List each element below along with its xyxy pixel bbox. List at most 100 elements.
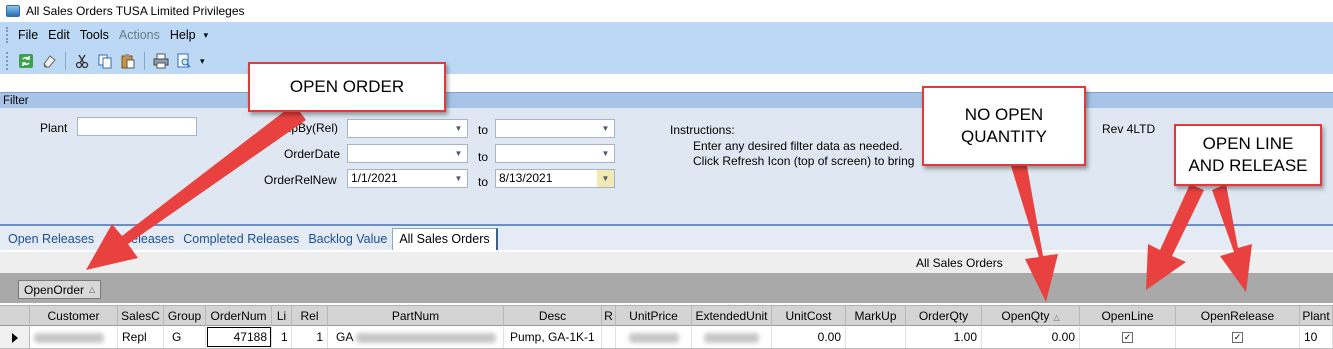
current-row-icon — [11, 332, 18, 343]
col-r[interactable]: R — [602, 306, 616, 326]
cell-partnum[interactable]: GA — [328, 326, 504, 348]
row-selector[interactable] — [0, 326, 30, 348]
to-label: to — [478, 123, 489, 137]
cell-desc[interactable]: Pump, GA-1K-1 — [504, 326, 602, 348]
grid-header: Customer SalesC Group OrderNum Li Rel Pa… — [0, 305, 1333, 326]
col-salesc[interactable]: SalesC — [118, 306, 164, 326]
print-preview-icon[interactable] — [174, 51, 194, 71]
chevron-down-icon[interactable]: ▼ — [450, 170, 467, 187]
cell-salesc[interactable]: Repl — [118, 326, 164, 348]
sort-ascending-icon: △ — [89, 285, 96, 294]
chevron-down-icon[interactable]: ▼ — [450, 120, 467, 137]
chevron-down-icon[interactable]: ▼ — [597, 145, 614, 162]
cell-customer[interactable] — [30, 326, 118, 348]
menu-tools[interactable]: Tools — [75, 28, 114, 42]
group-by-area[interactable]: OpenOrder △ — [0, 273, 1333, 303]
cell-unitprice[interactable] — [616, 326, 692, 348]
tab-backlog-value[interactable]: Backlog Value — [304, 232, 392, 250]
toolbar-grip[interactable] — [6, 52, 9, 70]
filter-panel: Plant ShipBy(Rel) ▼ to ▼ OrderDate ▼ to … — [0, 108, 1333, 212]
menu-file[interactable]: File — [13, 28, 43, 42]
cell-orderqty[interactable]: 1.00 — [906, 326, 982, 348]
col-openqty[interactable]: OpenQty △ — [982, 306, 1080, 326]
cell-line[interactable]: 1 — [272, 326, 292, 348]
tab-all-sales-orders[interactable]: All Sales Orders — [392, 228, 498, 250]
chevron-down-icon[interactable]: ▼ — [450, 145, 467, 162]
instructions-line1: Enter any desired filter data as needed. — [693, 139, 903, 153]
paste-icon[interactable] — [118, 51, 138, 71]
menu-overflow-icon[interactable]: ▾ — [204, 30, 209, 41]
shipby-label: ShipBy(Rel) — [274, 121, 339, 135]
col-unitprice[interactable]: UnitPrice — [616, 306, 692, 326]
col-plant[interactable]: Plant — [1300, 306, 1333, 326]
col-unitcost[interactable]: UnitCost — [772, 306, 846, 326]
refresh-icon[interactable] — [16, 51, 36, 71]
menu-actions[interactable]: Actions — [114, 28, 165, 42]
cell-extendedunit[interactable] — [692, 326, 772, 348]
cell-openrelease[interactable]: ✓ — [1176, 326, 1300, 348]
splitter[interactable] — [0, 212, 1333, 226]
col-openrelease[interactable]: OpenRelease — [1176, 306, 1300, 326]
col-openline[interactable]: OpenLine — [1080, 306, 1176, 326]
redacted-extendedunit — [704, 332, 759, 343]
col-desc[interactable]: Desc — [504, 306, 602, 326]
orderrelnew-to-combo[interactable]: 8/13/2021 ▼ — [495, 169, 615, 188]
col-orderqty[interactable]: OrderQty — [906, 306, 982, 326]
menu-grip[interactable] — [6, 27, 9, 43]
group-by-chip[interactable]: OpenOrder △ — [18, 280, 102, 299]
orderrelnew-to-value: 8/13/2021 — [499, 171, 553, 185]
print-icon[interactable] — [151, 51, 171, 71]
cut-icon[interactable] — [72, 51, 92, 71]
col-rel[interactable]: Rel — [292, 306, 328, 326]
toolbar-overflow-icon[interactable]: ▾ — [200, 56, 205, 67]
row-selector-header — [0, 306, 30, 326]
callout-open-order: OPEN ORDER — [248, 62, 446, 112]
orderdate-label: OrderDate — [284, 147, 341, 161]
to-label: to — [478, 150, 489, 164]
eraser-icon[interactable] — [39, 51, 59, 71]
tab-open-releases[interactable]: Open Releases — [4, 232, 99, 250]
orderdate-to-combo[interactable]: ▼ — [495, 144, 615, 163]
orderrelnew-from-combo[interactable]: 1/1/2021 ▼ — [347, 169, 468, 188]
chevron-down-icon[interactable]: ▼ — [597, 170, 614, 187]
cell-ordernum[interactable]: 47188 — [206, 326, 272, 348]
col-markup[interactable]: MarkUp — [846, 306, 906, 326]
col-ordernum[interactable]: OrderNum — [206, 306, 272, 326]
redacted-partnum — [356, 332, 497, 343]
col-line[interactable]: Li — [272, 306, 292, 326]
cell-openqty[interactable]: 0.00 — [982, 326, 1080, 348]
cell-rel[interactable]: 1 — [292, 326, 328, 348]
tab-releases[interactable]: eleases — [127, 232, 179, 250]
plant-input[interactable] — [77, 117, 197, 136]
menu-help[interactable]: Help — [165, 28, 201, 42]
openline-checkbox[interactable]: ✓ — [1122, 332, 1133, 344]
cell-partnum-prefix: GA — [336, 330, 353, 344]
shipby-to-combo[interactable]: ▼ — [495, 119, 615, 138]
col-openqty-label: OpenQty — [1001, 309, 1050, 323]
col-partnum[interactable]: PartNum — [328, 306, 504, 326]
redacted-customer — [34, 332, 104, 343]
grid-title: All Sales Orders — [916, 256, 1003, 270]
chevron-down-icon[interactable]: ▼ — [597, 120, 614, 137]
callout-no-open-quantity: NO OPEN QUANTITY — [922, 86, 1086, 166]
redacted-unitprice — [628, 332, 679, 343]
cell-openline[interactable]: ✓ — [1080, 326, 1176, 348]
table-row[interactable]: Repl G 47188 1 1 GA Pump, GA-1K-1 0.00 1… — [0, 326, 1333, 349]
shipby-from-combo[interactable]: ▼ — [347, 119, 468, 138]
openrelease-checkbox[interactable]: ✓ — [1232, 332, 1243, 344]
orderrelnew-label: OrderRelNew — [264, 173, 337, 187]
tab-completed-releases[interactable]: Completed Releases — [179, 232, 304, 250]
cell-unitcost[interactable]: 0.00 — [772, 326, 846, 348]
cell-plant[interactable]: 10 — [1300, 326, 1333, 348]
orderdate-from-combo[interactable]: ▼ — [347, 144, 468, 163]
col-extendedunit[interactable]: ExtendedUnit — [692, 306, 772, 326]
menu-edit[interactable]: Edit — [43, 28, 75, 42]
copy-icon[interactable] — [95, 51, 115, 71]
app-icon — [6, 5, 20, 17]
col-group[interactable]: Group — [164, 306, 206, 326]
cell-r[interactable] — [602, 326, 616, 348]
col-customer[interactable]: Customer — [30, 306, 118, 326]
cell-markup[interactable] — [846, 326, 906, 348]
sort-ascending-icon: △ — [1053, 313, 1060, 322]
cell-group[interactable]: G — [164, 326, 206, 348]
